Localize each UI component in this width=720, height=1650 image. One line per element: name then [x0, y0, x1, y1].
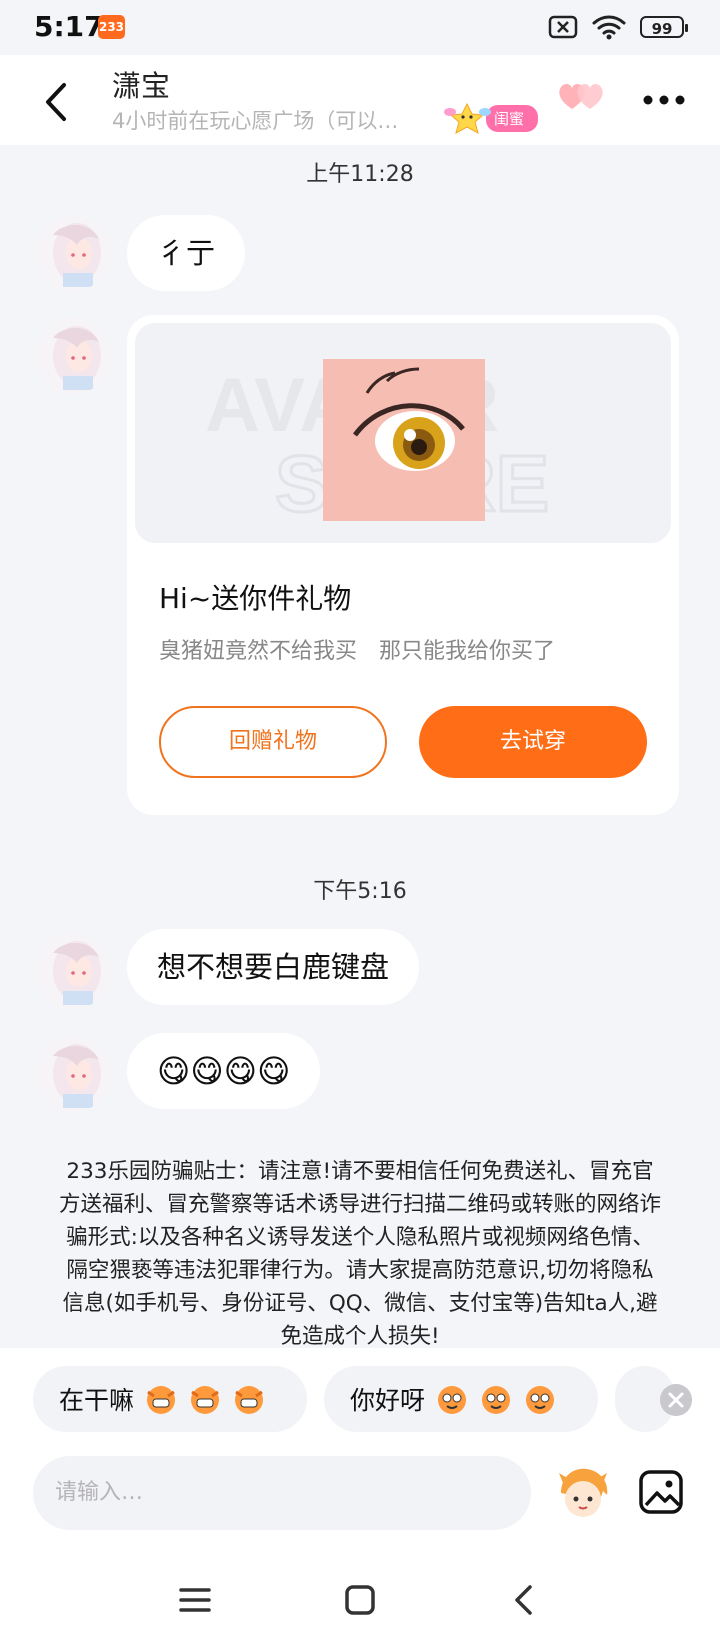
- message-input[interactable]: 请输入…: [33, 1456, 531, 1530]
- contact-name[interactable]: 潇宝: [112, 63, 170, 105]
- relationship-badge[interactable]: 闺蜜: [442, 102, 539, 134]
- timestamp: 下午5:16: [313, 879, 407, 904]
- home-nav-icon[interactable]: [340, 1580, 380, 1620]
- message-bubble[interactable]: 彳亍: [127, 215, 246, 291]
- avatar[interactable]: [35, 933, 111, 1009]
- gift-description: 臭猪妞竟然不给我买 那只能我给你买了: [159, 639, 556, 664]
- grin-face-icon: [147, 1386, 176, 1414]
- status-time: 5:17: [34, 10, 104, 43]
- menu-nav-icon[interactable]: [175, 1580, 215, 1620]
- gift-title: Hi~送你件礼物: [159, 582, 352, 615]
- image-picker-icon[interactable]: [638, 1469, 684, 1515]
- return-gift-button[interactable]: 回赠礼物: [159, 706, 387, 778]
- contact-status: 4小时前在玩心愿广场（可以…: [112, 109, 399, 133]
- avatar-store-watermark: AVATAR STORE: [205, 359, 551, 530]
- close-quick-replies-icon[interactable]: [660, 1384, 692, 1416]
- avatar[interactable]: [35, 318, 111, 394]
- anti-fraud-notice: 233乐园防骗贴士：请注意!请不要相信任何免费送礼、冒充官方送福利、冒充警察等话…: [58, 1159, 661, 1349]
- back-arrow-icon[interactable]: [38, 77, 78, 127]
- gift-preview: AVATAR STORE: [135, 323, 671, 543]
- quick-reply-text: 在干嘛: [59, 1386, 135, 1415]
- more-options-icon[interactable]: [640, 85, 688, 115]
- battery-icon: 99: [640, 16, 688, 38]
- avatar[interactable]: [35, 1036, 111, 1112]
- quick-reply-chip[interactable]: 在干嘛: [33, 1366, 307, 1432]
- grin-face-icon: [191, 1386, 220, 1414]
- avatar-emoji-icon[interactable]: [553, 1463, 613, 1523]
- quick-reply-text: 你好呀: [350, 1386, 426, 1415]
- back-nav-icon[interactable]: [505, 1580, 545, 1620]
- happy-face-icon: [438, 1386, 467, 1414]
- chat-header: 潇宝 4小时前在玩心愿广场（可以… 闺蜜: [0, 55, 720, 145]
- badge-label: 闺蜜: [486, 104, 539, 132]
- grin-face-icon: [235, 1386, 264, 1414]
- wifi-icon: [592, 15, 626, 40]
- intimacy-hearts-icon[interactable]: [556, 77, 608, 117]
- no-sim-icon: [548, 15, 578, 39]
- message-bubble[interactable]: 想不想要白鹿键盘: [127, 929, 420, 1005]
- gift-card[interactable]: AVATAR STORE Hi~送你件礼物 臭猪妞竟然不给我买 那只能我给你买了…: [127, 315, 679, 815]
- avatar[interactable]: [35, 215, 111, 291]
- app-233-icon: 233: [98, 15, 125, 39]
- happy-face-icon: [482, 1386, 511, 1414]
- happy-face-icon: [526, 1386, 555, 1414]
- try-on-button[interactable]: 去试穿: [419, 706, 647, 778]
- status-icons: 99: [548, 14, 688, 40]
- emoji-message-bubble[interactable]: 😋😋😋😋: [127, 1033, 321, 1109]
- status-bar: 5:17 233 99: [0, 0, 720, 55]
- quick-reply-chip[interactable]: 你好呀: [324, 1366, 598, 1432]
- timestamp: 上午11:28: [306, 162, 414, 187]
- star-mascot-icon: [444, 102, 491, 134]
